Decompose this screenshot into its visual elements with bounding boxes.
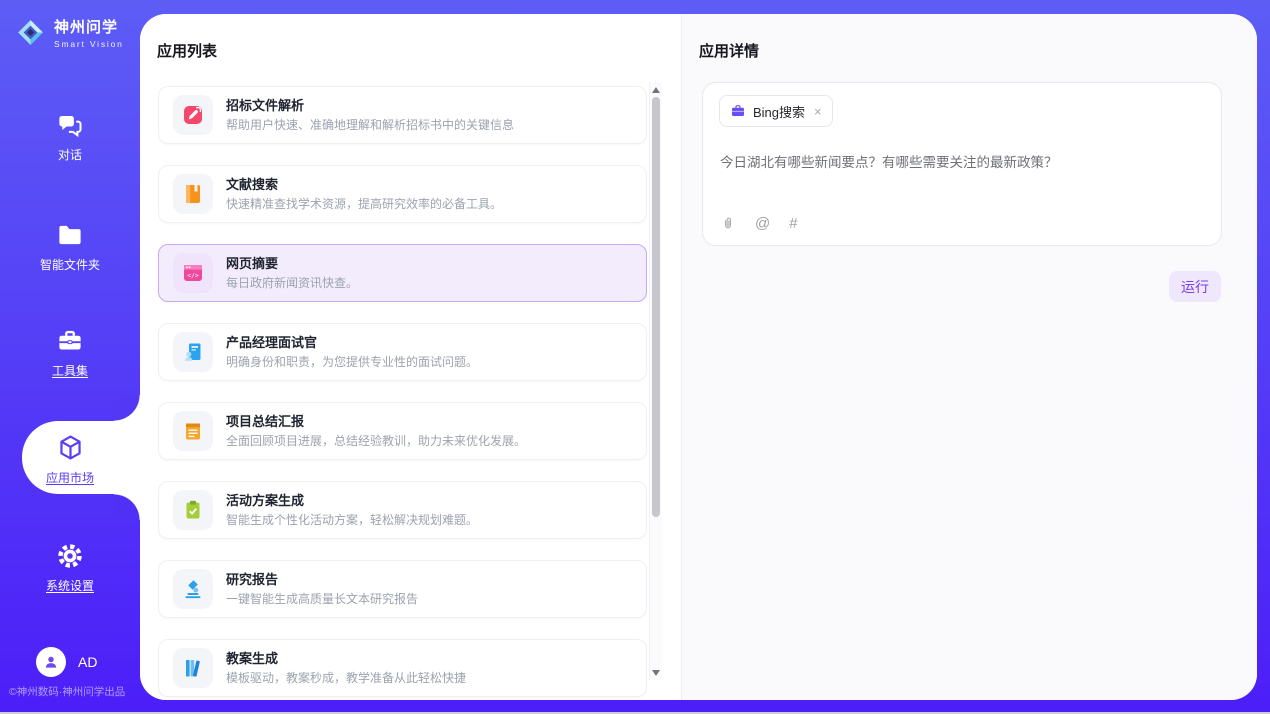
sidebar-item-app-market[interactable]: 应用市场 <box>0 432 140 486</box>
content-area: 应用列表 招标文件解析 帮助用户快速、准确地理解和解析招标书中的关键信息 文献搜… <box>140 14 1257 700</box>
tool-chip-label: Bing搜索 <box>753 102 805 121</box>
app-list-panel: 应用列表 招标文件解析 帮助用户快速、准确地理解和解析招标书中的关键信息 文献搜… <box>140 14 682 700</box>
app-name: 项目总结汇报 <box>226 413 526 430</box>
gear-icon <box>55 541 85 571</box>
app-card[interactable]: 网页摘要 每日政府新闻资讯快查。 <box>158 244 647 302</box>
app-list-title: 应用列表 <box>157 40 217 61</box>
brand-name: 神州问学 <box>54 16 124 37</box>
copyright-footer: ©神州数码·神州问学出品 <box>9 684 125 699</box>
sidebar-item-settings[interactable]: 系统设置 <box>0 541 140 594</box>
avatar <box>36 647 66 677</box>
app-icon-tile <box>173 648 213 688</box>
app-description: 全面回顾项目进展，总结经验教训，助力未来优化发展。 <box>226 433 526 449</box>
sidebar-item-smart-folder[interactable]: 智能文件夹 <box>0 220 140 273</box>
app-description: 模板驱动，教案秒成，教学准备从此轻松快捷 <box>226 670 466 686</box>
paperclip-icon[interactable] <box>720 215 736 232</box>
app-icon-tile <box>173 490 213 530</box>
app-description: 一键智能生成高质量长文本研究报告 <box>226 591 418 607</box>
sidebar-item-chat[interactable]: 对话 <box>0 110 140 163</box>
run-button[interactable]: 运行 <box>1169 271 1221 302</box>
bubble-fillet-bottom <box>114 494 140 520</box>
sidebar-item-toolset[interactable]: 工具集 <box>0 326 140 379</box>
app-icon-tile <box>173 174 213 214</box>
app-name: 文献搜索 <box>226 176 502 193</box>
resume-icon <box>181 340 205 364</box>
scroll-up-arrow-icon[interactable] <box>652 87 660 93</box>
clipboard-icon <box>181 498 205 522</box>
scrollbar[interactable] <box>649 82 662 680</box>
app-card[interactable]: 教案生成 模板驱动，教案秒成，教学准备从此轻松快捷 <box>158 639 647 697</box>
user-account[interactable]: AD <box>36 647 97 677</box>
app-card[interactable]: 产品经理面试官 明确身份和职责，为您提供专业性的面试问题。 <box>158 323 647 381</box>
sidebar: 神州问学 Smart Vision 对话 智能文件夹 工具集 应用市场 系统设置… <box>0 0 140 714</box>
app-card[interactable]: 招标文件解析 帮助用户快速、准确地理解和解析招标书中的关键信息 <box>158 86 647 144</box>
folder-icon <box>55 220 85 250</box>
app-icon-tile <box>173 253 213 293</box>
sidebar-item-label: 智能文件夹 <box>0 256 140 273</box>
cube-icon <box>55 432 86 463</box>
app-card[interactable]: 文献搜索 快速精准查找学术资源，提高研究效率的必备工具。 <box>158 165 647 223</box>
web-icon <box>181 261 205 285</box>
gem-logo-icon <box>14 16 47 49</box>
attachment-toolbar: @ # <box>720 215 798 232</box>
hash-icon[interactable]: # <box>789 215 797 232</box>
user-initials: AD <box>78 654 97 670</box>
brand-tagline: Smart Vision <box>54 39 124 49</box>
app-detail-panel: 应用详情 Bing搜索 × 今日湖北有哪些新闻要点？有哪些需要关注的最新政策？ … <box>682 14 1257 700</box>
prompt-input[interactable]: 今日湖北有哪些新闻要点？有哪些需要关注的最新政策？ <box>720 151 1200 171</box>
bubble-fillet-top <box>114 395 140 421</box>
app-icon-tile <box>173 411 213 451</box>
microscope-icon <box>181 577 205 601</box>
scroll-down-arrow-icon[interactable] <box>652 670 660 676</box>
app-icon-tile <box>173 332 213 372</box>
app-name: 网页摘要 <box>226 255 358 272</box>
sidebar-item-label: 工具集 <box>0 362 140 379</box>
app-description: 快速精准查找学术资源，提高研究效率的必备工具。 <box>226 196 502 212</box>
app-description: 智能生成个性化活动方案，轻松解决规划难题。 <box>226 512 478 528</box>
app-name: 产品经理面试官 <box>226 334 478 351</box>
app-card[interactable]: 活动方案生成 智能生成个性化活动方案，轻松解决规划难题。 <box>158 481 647 539</box>
sidebar-item-label: 系统设置 <box>0 577 140 594</box>
app-name: 研究报告 <box>226 571 418 588</box>
app-card[interactable]: 研究报告 一键智能生成高质量长文本研究报告 <box>158 560 647 618</box>
sidebar-item-label: 应用市场 <box>0 469 140 486</box>
scrollbar-thumb[interactable] <box>652 97 660 517</box>
app-description: 帮助用户快速、准确地理解和解析招标书中的关键信息 <box>226 117 514 133</box>
close-icon[interactable]: × <box>814 104 822 119</box>
app-icon-tile <box>173 95 213 135</box>
app-card[interactable]: 项目总结汇报 全面回顾项目进展，总结经验教训，助力未来优化发展。 <box>158 402 647 460</box>
app-description: 每日政府新闻资讯快查。 <box>226 275 358 291</box>
at-mention-icon[interactable]: @ <box>755 215 770 232</box>
app-detail-title: 应用详情 <box>699 40 759 61</box>
person-icon <box>41 652 61 672</box>
prompt-card: Bing搜索 × 今日湖北有哪些新闻要点？有哪些需要关注的最新政策？ @ # <box>702 82 1222 246</box>
book-icon <box>181 182 205 206</box>
briefcase-icon <box>730 103 746 119</box>
tool-chip-bing-search[interactable]: Bing搜索 × <box>719 95 833 127</box>
toolbox-icon <box>55 326 85 356</box>
app-logo: 神州问学 Smart Vision <box>14 16 124 49</box>
app-name: 教案生成 <box>226 650 466 667</box>
app-icon-tile <box>173 569 213 609</box>
app-description: 明确身份和职责，为您提供专业性的面试问题。 <box>226 354 478 370</box>
books-icon <box>181 656 205 680</box>
sidebar-item-label: 对话 <box>0 146 140 163</box>
notepad-icon <box>181 419 205 443</box>
app-card-list: 招标文件解析 帮助用户快速、准确地理解和解析招标书中的关键信息 文献搜索 快速精… <box>158 86 647 700</box>
chat-icon <box>55 110 85 140</box>
app-name: 活动方案生成 <box>226 492 478 509</box>
app-name: 招标文件解析 <box>226 97 514 114</box>
edit-icon <box>181 103 205 127</box>
